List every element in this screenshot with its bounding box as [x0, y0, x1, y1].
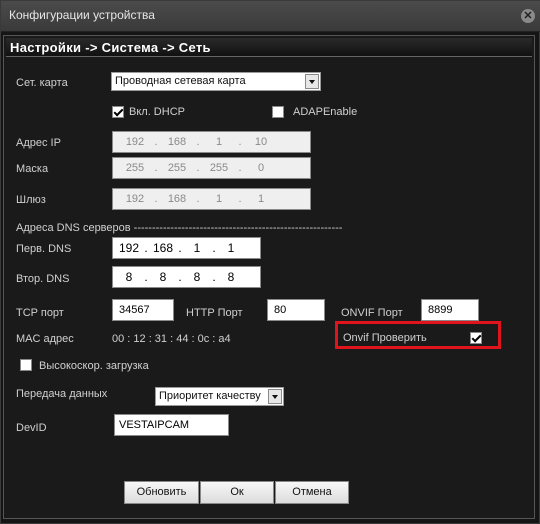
- devid-label: DevID: [16, 422, 47, 434]
- onvif-port-input[interactable]: 8899: [421, 299, 479, 321]
- highspeed-checkbox[interactable]: [20, 359, 32, 371]
- mac-value: 00 : 12 : 31 : 44 : 0c : a4: [112, 333, 231, 345]
- close-icon[interactable]: ✕: [521, 9, 535, 23]
- gateway-octet: 1: [257, 193, 265, 205]
- tcp-label: TCP порт: [16, 307, 64, 319]
- title-bar[interactable]: Конфигурации устройства ✕: [1, 1, 540, 32]
- adap-label: ADAPEnable: [293, 106, 358, 118]
- cancel-button[interactable]: Отмена: [275, 481, 349, 504]
- mask-octet: 255: [167, 162, 187, 174]
- tcp-port-input[interactable]: 34567: [112, 299, 174, 321]
- breadcrumb: Настройки -> Система -> Сеть: [6, 38, 532, 57]
- dns1-octet: 192: [118, 241, 140, 255]
- dhcp-checkbox[interactable]: [112, 106, 124, 118]
- dns-header: Адреса DNS серверов --------------------…: [16, 222, 343, 234]
- dns2-field[interactable]: 8. 8. 8. 8: [112, 266, 261, 288]
- chevron-down-icon[interactable]: [305, 74, 319, 89]
- mask-octet: 255: [125, 162, 145, 174]
- mask-octet: 255: [209, 162, 229, 174]
- net-card-label: Сет. карта: [16, 77, 68, 89]
- net-card-value: Проводная сетевая карта: [115, 75, 246, 87]
- dns1-field[interactable]: 192. 168. 1. 1: [112, 237, 261, 259]
- gateway-octet: 192: [125, 193, 145, 205]
- mask-octet: 0: [257, 162, 265, 174]
- dhcp-label: Вкл. DHCP: [129, 106, 185, 118]
- ip-octet: 1: [215, 136, 223, 148]
- onvif-check-label: Onvif Проверить: [343, 332, 427, 344]
- dns2-octet: 8: [193, 270, 201, 284]
- onvif-port-label: ONVIF Порт: [341, 307, 403, 319]
- highspeed-label: Высокоскор. загрузка: [39, 360, 149, 372]
- mask-field[interactable]: 255. 255. 255. 0: [112, 157, 311, 179]
- http-label: HTTP Порт: [186, 307, 243, 319]
- gateway-octet: 1: [215, 193, 223, 205]
- transfer-value: Приоритет качеству: [159, 390, 261, 402]
- adap-checkbox[interactable]: [272, 106, 284, 118]
- refresh-button[interactable]: Обновить: [124, 481, 199, 504]
- mask-label: Маска: [16, 163, 49, 175]
- settings-panel: Настройки -> Система -> Сеть Сет. карта …: [3, 35, 535, 519]
- ip-octet: 10: [254, 136, 268, 148]
- ip-octet: 192: [125, 136, 145, 148]
- config-window: Конфигурации устройства ✕ Настройки -> С…: [0, 0, 540, 524]
- chevron-down-icon[interactable]: [268, 389, 282, 404]
- dns1-label: Перв. DNS: [16, 243, 72, 255]
- transfer-label: Передача данных: [16, 388, 108, 400]
- ok-button[interactable]: Ок: [200, 481, 274, 504]
- gateway-field[interactable]: 192. 168. 1. 1: [112, 188, 311, 210]
- window-title: Конфигурации устройства: [9, 8, 155, 22]
- dns2-label: Втор. DNS: [16, 273, 70, 285]
- dns2-octet: 8: [159, 270, 167, 284]
- ip-octet: 168: [167, 136, 187, 148]
- gateway-label: Шлюз: [16, 194, 46, 206]
- dns1-octet: 1: [193, 241, 201, 255]
- dns2-octet: 8: [227, 270, 235, 284]
- onvif-check-checkbox[interactable]: [470, 332, 482, 344]
- transfer-select[interactable]: Приоритет качеству: [155, 387, 284, 406]
- dns1-octet: 168: [152, 241, 174, 255]
- ip-label: Адрес IP: [16, 137, 61, 149]
- net-card-select[interactable]: Проводная сетевая карта: [111, 72, 321, 91]
- dns1-octet: 1: [227, 241, 235, 255]
- http-port-input[interactable]: 80: [267, 299, 325, 321]
- devid-input[interactable]: VESTAIPCAM: [114, 414, 229, 436]
- ip-field[interactable]: 192. 168. 1. 10: [112, 131, 311, 153]
- dns2-octet: 8: [125, 270, 133, 284]
- mac-label: MAC адрес: [16, 333, 74, 345]
- gateway-octet: 168: [167, 193, 187, 205]
